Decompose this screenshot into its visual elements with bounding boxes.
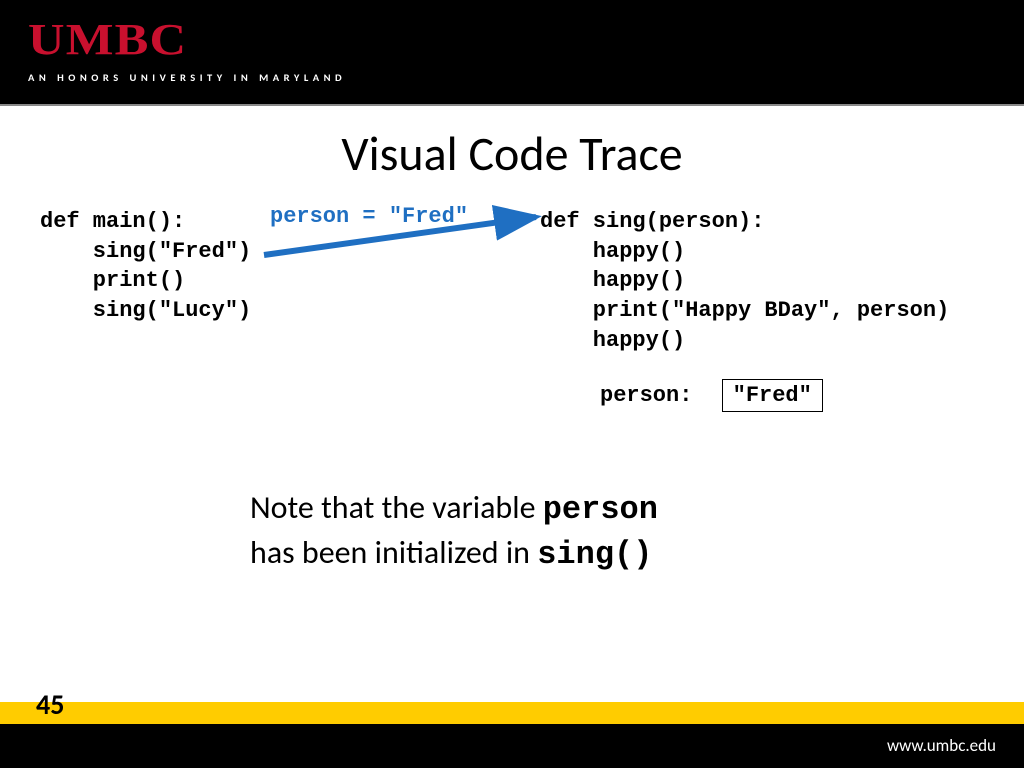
footer-yellow-stripe [0,702,1024,724]
footer-bar: 45 www.umbc.edu [0,702,1024,768]
note-variable-name: person [543,491,658,528]
variable-state-box: person: "Fred" [600,379,823,412]
variable-name-label: person: [600,383,692,408]
note-text-pre: Note that the variable [250,488,543,527]
tagline: AN HONORS UNIVERSITY IN MARYLAND [28,71,996,84]
main-function-code: def main(): sing("Fred") print() sing("L… [40,207,251,326]
slide-content: Visual Code Trace def main(): sing("Fred… [0,106,1024,702]
footer-black-stripe: www.umbc.edu [0,724,1024,768]
sing-function-code: def sing(person): happy() happy() print(… [540,207,949,355]
explanatory-note: Note that the variable person has been i… [250,486,850,576]
site-url: www.umbc.edu [887,735,996,756]
variable-value-box: "Fred" [722,379,823,412]
note-text-mid: has been initialized in [250,533,537,572]
note-function-name: sing() [537,536,652,573]
page-number: 45 [36,687,64,722]
assignment-annotation: person = "Fred" [270,204,468,229]
umbc-logo: UMBC [28,14,1024,65]
slide-title: Visual Code Trace [40,124,984,183]
header-bar: UMBC AN HONORS UNIVERSITY IN MARYLAND [0,0,1024,106]
